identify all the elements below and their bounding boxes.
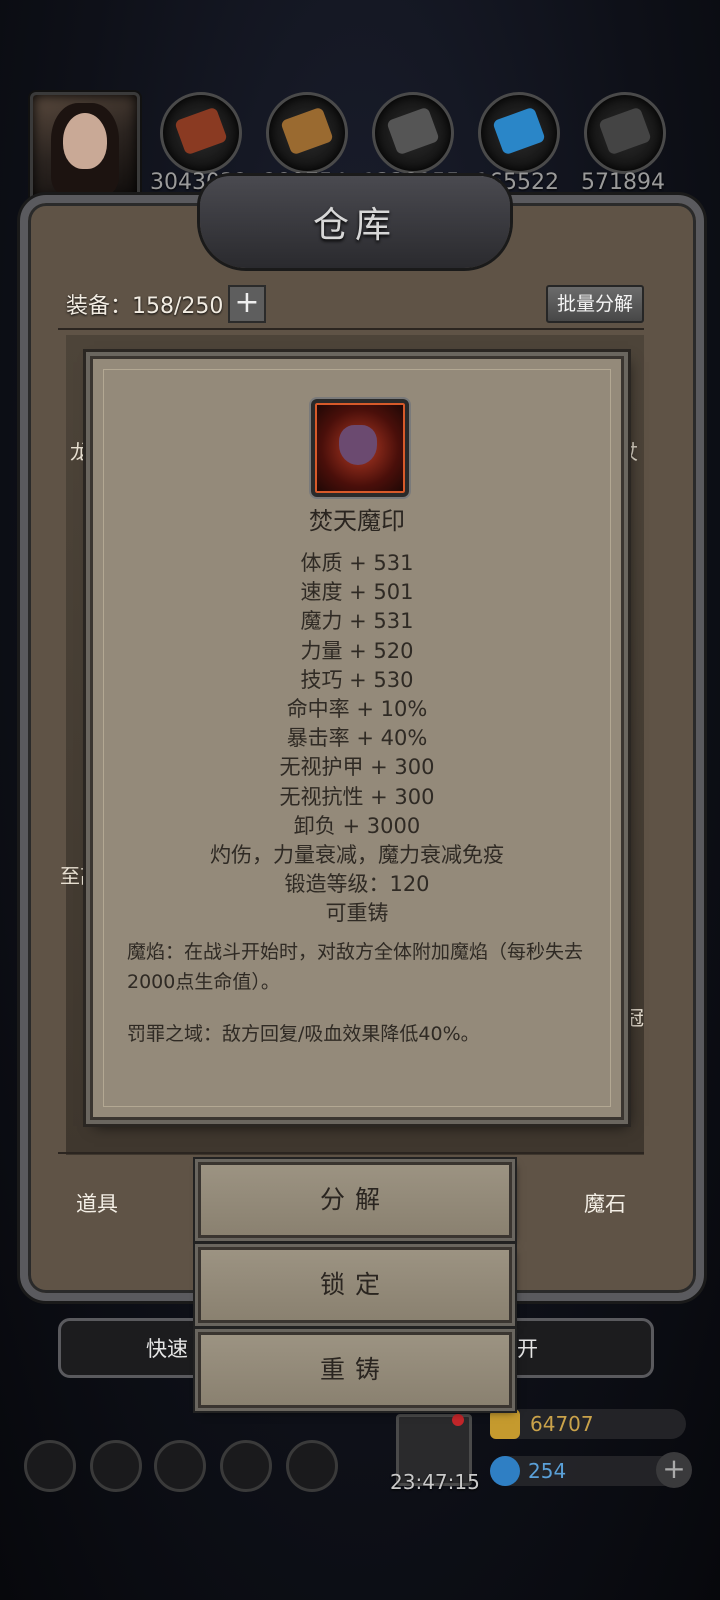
expand-capacity-button[interactable]: + xyxy=(228,285,266,323)
reforge-button[interactable]: 重铸 xyxy=(198,1332,512,1408)
quick-button[interactable]: 快速 xyxy=(146,1333,188,1363)
tab-items[interactable]: 道具 xyxy=(76,1188,118,1218)
skill-description-demon-flame: 魔焰：在战斗开始时，对敌方全体附加魔焰（每秒失去2000点生命值）。 xyxy=(127,941,584,993)
meat-icon[interactable] xyxy=(160,92,242,174)
tab-magic-stone[interactable]: 魔石 xyxy=(584,1188,626,1218)
warehouse-title: 仓库 xyxy=(312,205,397,246)
equipment-capacity: 装备：158/250 xyxy=(66,294,224,319)
crystal-icon[interactable] xyxy=(478,92,560,174)
stat-line: 可重铸 xyxy=(325,901,389,926)
header-divider xyxy=(58,328,644,330)
stat-line: 技巧 + 530 xyxy=(300,667,414,692)
menu-circle-icon[interactable] xyxy=(90,1440,142,1492)
meat-gem xyxy=(174,106,228,156)
stat-line: 速度 + 501 xyxy=(300,580,414,605)
item-icon-core xyxy=(339,425,377,465)
item-name: 焚天魔印 xyxy=(309,507,405,535)
stat-line: 暴击率 + 40% xyxy=(286,726,428,751)
wood-gem xyxy=(280,106,334,156)
gem-icon xyxy=(490,1456,520,1486)
menu-circle-icon[interactable] xyxy=(220,1440,272,1492)
tab-divider xyxy=(58,1152,644,1154)
stat-line: 无视护甲 + 300 xyxy=(279,755,435,780)
gem-amount: 254 xyxy=(528,1459,567,1483)
grid-item-label-left-1: 龙 xyxy=(70,440,90,464)
skill-description-punish-domain: 罚罪之域：敌方回复/吸血效果降低40%。 xyxy=(127,1023,480,1045)
stat-line: 灼伤，力量衰减，魔力衰减免疫 xyxy=(210,842,504,867)
warehouse-title-plate: 仓库 xyxy=(200,176,510,268)
item-detail-dialog: 焚天魔印 体质 + 531 速度 + 501 魔力 + 531 力量 + 520… xyxy=(90,356,624,1120)
grid-item-label-right-2: 冠 xyxy=(624,1006,644,1030)
add-currency-button[interactable]: + xyxy=(656,1452,692,1488)
stat-line: 卸负 + 3000 xyxy=(293,813,421,838)
stat-line: 锻造等级：120 xyxy=(284,872,430,897)
lock-button[interactable]: 锁定 xyxy=(198,1247,512,1323)
resource-count-iron: 571894 xyxy=(581,170,665,195)
countdown-timer: 23:47:15 xyxy=(390,1470,480,1494)
stat-line: 力量 + 520 xyxy=(300,638,414,663)
player-avatar[interactable] xyxy=(30,92,140,202)
batch-decompose-button[interactable]: 批量分解 xyxy=(546,285,644,323)
stone-gem xyxy=(386,106,440,156)
demon-seal-icon xyxy=(311,399,409,497)
gold-amount: 64707 xyxy=(530,1412,594,1436)
avatar-face xyxy=(63,113,107,169)
stat-line: 体质 + 531 xyxy=(300,551,414,575)
iron-gem xyxy=(598,106,652,156)
crystal-gem xyxy=(492,106,546,156)
stat-line: 魔力 + 531 xyxy=(300,609,414,634)
item-stats: 体质 + 531 速度 + 501 魔力 + 531 力量 + 520 技巧 +… xyxy=(93,549,621,928)
gold-coin-icon xyxy=(490,1409,520,1439)
notification-dot xyxy=(452,1414,464,1426)
menu-circle-icon[interactable] xyxy=(286,1440,338,1492)
decompose-button[interactable]: 分解 xyxy=(198,1162,512,1238)
stat-line: 无视抗性 + 300 xyxy=(279,784,435,809)
menu-circle-icon[interactable] xyxy=(24,1440,76,1492)
menu-circle-icon[interactable] xyxy=(154,1440,206,1492)
stat-line: 命中率 + 10% xyxy=(286,696,428,721)
stone-icon[interactable] xyxy=(372,92,454,174)
wood-icon[interactable] xyxy=(266,92,348,174)
iron-icon[interactable] xyxy=(584,92,666,174)
